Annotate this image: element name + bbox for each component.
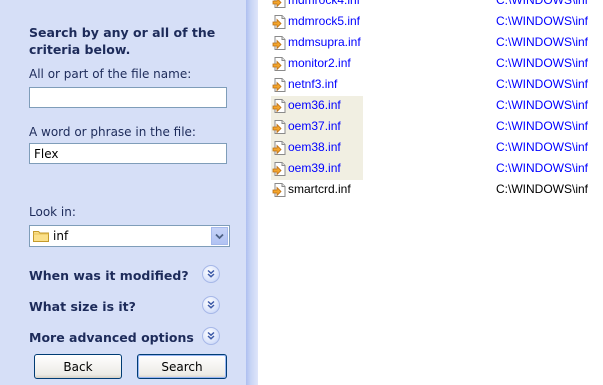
size-section-toggle[interactable]: What size is it? xyxy=(29,295,229,319)
inf-file-icon xyxy=(272,78,286,92)
result-filename[interactable]: oem37.inf xyxy=(288,119,341,133)
result-row[interactable]: mdmrock5.inf C:\WINDOWS\inf xyxy=(268,12,598,32)
search-heading: Search by any or all of the criteria bel… xyxy=(29,25,216,57)
search-pane: Search by any or all of the criteria bel… xyxy=(0,0,246,385)
result-row[interactable]: monitor2.inf C:\WINDOWS\inf xyxy=(268,54,598,74)
chevron-down-icon xyxy=(215,233,224,240)
inf-file-icon xyxy=(272,15,286,29)
result-row[interactable]: mdmrock4.inf C:\WINDOWS\inf xyxy=(268,0,598,11)
double-chevron-down-icon xyxy=(207,269,215,278)
result-filename[interactable]: smartcrd.inf xyxy=(288,182,351,196)
inf-file-icon xyxy=(272,57,286,71)
inf-file-icon xyxy=(272,99,286,113)
result-path: C:\WINDOWS\inf xyxy=(496,119,588,133)
lookin-dropdown-button[interactable] xyxy=(211,227,228,245)
folder-icon xyxy=(33,231,49,242)
result-path: C:\WINDOWS\inf xyxy=(496,98,588,112)
result-filename[interactable]: oem38.inf xyxy=(288,140,341,154)
expand-chevron-icon[interactable] xyxy=(202,327,220,345)
double-chevron-down-icon xyxy=(207,300,215,309)
inf-file-icon xyxy=(272,141,286,155)
phrase-input[interactable] xyxy=(29,143,227,164)
lookin-label: Look in: xyxy=(29,205,76,219)
pane-divider xyxy=(246,0,258,385)
modified-section-label: When was it modified? xyxy=(29,268,189,283)
inf-file-icon xyxy=(272,162,286,176)
result-filename[interactable]: netnf3.inf xyxy=(288,77,337,91)
advanced-section-toggle[interactable]: More advanced options xyxy=(29,326,229,350)
filename-input[interactable] xyxy=(29,87,227,108)
result-filename[interactable]: oem36.inf xyxy=(288,98,341,112)
result-filename[interactable]: mdmrock5.inf xyxy=(288,14,360,28)
expand-chevron-icon[interactable] xyxy=(202,296,220,314)
result-path: C:\WINDOWS\inf xyxy=(496,161,588,175)
phrase-label: A word or phrase in the file: xyxy=(29,125,196,139)
result-filename[interactable]: oem39.inf xyxy=(288,161,341,175)
inf-file-icon xyxy=(272,36,286,50)
result-filename[interactable]: mdmsupra.inf xyxy=(288,35,361,49)
result-row[interactable]: netnf3.inf C:\WINDOWS\inf xyxy=(268,75,598,95)
result-row[interactable]: smartcrd.inf C:\WINDOWS\inf xyxy=(268,180,598,200)
result-path: C:\WINDOWS\inf xyxy=(496,0,588,7)
lookin-select[interactable]: inf xyxy=(29,225,230,247)
result-row[interactable]: oem36.inf C:\WINDOWS\inf xyxy=(268,96,598,117)
modified-section-toggle[interactable]: When was it modified? xyxy=(29,264,229,288)
inf-file-icon xyxy=(272,120,286,134)
expand-chevron-icon[interactable] xyxy=(202,265,220,283)
result-row[interactable]: oem39.inf C:\WINDOWS\inf xyxy=(268,159,598,180)
result-path: C:\WINDOWS\inf xyxy=(496,35,588,49)
search-button[interactable]: Search xyxy=(137,354,227,379)
result-row[interactable]: oem38.inf C:\WINDOWS\inf xyxy=(268,138,598,159)
result-row[interactable]: oem37.inf C:\WINDOWS\inf xyxy=(268,117,598,138)
result-row[interactable]: mdmsupra.inf C:\WINDOWS\inf xyxy=(268,33,598,53)
result-filename[interactable]: mdmrock4.inf xyxy=(288,0,360,7)
result-path: C:\WINDOWS\inf xyxy=(496,140,588,154)
result-path: C:\WINDOWS\inf xyxy=(496,182,588,196)
result-filename[interactable]: monitor2.inf xyxy=(288,56,351,70)
advanced-section-label: More advanced options xyxy=(29,330,194,345)
size-section-label: What size is it? xyxy=(29,299,136,314)
back-button[interactable]: Back xyxy=(34,354,122,379)
inf-file-icon xyxy=(272,0,286,8)
lookin-value: inf xyxy=(53,229,69,243)
result-path: C:\WINDOWS\inf xyxy=(496,56,588,70)
result-path: C:\WINDOWS\inf xyxy=(496,14,588,28)
inf-file-icon xyxy=(272,183,286,197)
result-path: C:\WINDOWS\inf xyxy=(496,77,588,91)
double-chevron-down-icon xyxy=(207,331,215,340)
filename-label: All or part of the file name: xyxy=(29,67,192,81)
